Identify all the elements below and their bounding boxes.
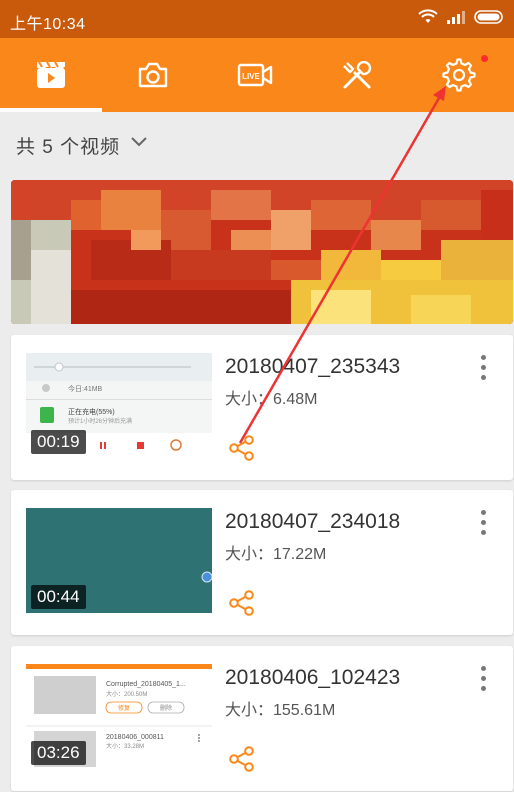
thumb3-item1-title: Corrupted_20180405_1... <box>106 681 186 688</box>
ad-banner[interactable] <box>11 180 513 324</box>
share-icon[interactable] <box>229 435 255 461</box>
tab-settings[interactable] <box>408 38 510 112</box>
camera-icon <box>138 62 168 88</box>
live-icon-label: LIVE <box>242 72 260 81</box>
more-options-button[interactable] <box>479 355 487 385</box>
video-title: 20180407_235343 <box>225 355 401 378</box>
video-thumbnail-3[interactable]: Corrupted_20180405_1... 大小：200.50M 修复 删除… <box>26 664 212 769</box>
status-icons <box>418 9 506 25</box>
video-title: 20180406_102423 <box>225 666 401 689</box>
filter-bar[interactable]: 共 5 个视频 <box>0 112 514 172</box>
video-size: 大小：6.48M <box>225 391 318 408</box>
thumb3-item2-size: 大小：33.28M <box>106 742 144 750</box>
video-size: 大小：17.22M <box>225 546 327 563</box>
duration-badge: 03:26 <box>31 741 86 765</box>
signal-icon <box>447 11 465 24</box>
thumb1-row3: 预计1小时26分钟后充满 <box>68 417 132 425</box>
video-title: 20180407_234018 <box>225 510 401 533</box>
share-icon[interactable] <box>229 746 255 772</box>
status-time: 上午10:34 <box>10 16 86 33</box>
video-count-filter[interactable]: 共 5 个视频 <box>16 132 120 159</box>
wifi-icon <box>418 9 438 23</box>
share-icon[interactable] <box>229 590 255 616</box>
live-icon: LIVE <box>237 63 273 87</box>
tab-videos[interactable] <box>0 38 102 112</box>
video-thumbnail-1[interactable]: 今日:41MB 正在充电(55%) 预计1小时26分钟后充满 00:19 <box>26 353 212 458</box>
video-thumbnail-2[interactable]: 00:44 <box>26 508 212 613</box>
duration-badge: 00:19 <box>31 430 86 454</box>
battery-icon <box>474 10 503 24</box>
ad-banner-image <box>11 180 513 324</box>
tools-icon <box>343 60 372 89</box>
thumb3-item2-title: 20180406_000811 <box>106 734 164 741</box>
chevron-down-icon[interactable] <box>130 136 148 148</box>
thumb3-delete: 删除 <box>160 704 172 712</box>
tab-tools[interactable] <box>306 38 408 112</box>
video-card-3[interactable]: Corrupted_20180405_1... 大小：200.50M 修复 删除… <box>11 646 513 791</box>
status-bar: 上午10:34 <box>0 0 514 38</box>
notification-dot <box>481 55 488 62</box>
thumb1-row2: 正在充电(55%) <box>68 407 115 416</box>
toolbar: LIVE <box>0 38 514 112</box>
thumb1-row1: 今日:41MB <box>68 384 103 393</box>
tab-live[interactable]: LIVE <box>204 38 306 112</box>
duration-badge: 00:44 <box>31 585 86 609</box>
video-card-2[interactable]: 00:44 20180407_234018 大小：17.22M <box>11 490 513 635</box>
more-options-button[interactable] <box>479 666 487 696</box>
tab-camera[interactable] <box>102 38 204 112</box>
video-list-icon <box>37 61 65 88</box>
settings-icon <box>442 58 476 92</box>
video-size: 大小：155.61M <box>225 702 336 719</box>
thumb3-repair: 修复 <box>118 704 130 712</box>
video-card-1[interactable]: 今日:41MB 正在充电(55%) 预计1小时26分钟后充满 00:19 201… <box>11 335 513 480</box>
thumb3-item1-size: 大小：200.50M <box>106 690 147 698</box>
more-options-button[interactable] <box>479 510 487 540</box>
